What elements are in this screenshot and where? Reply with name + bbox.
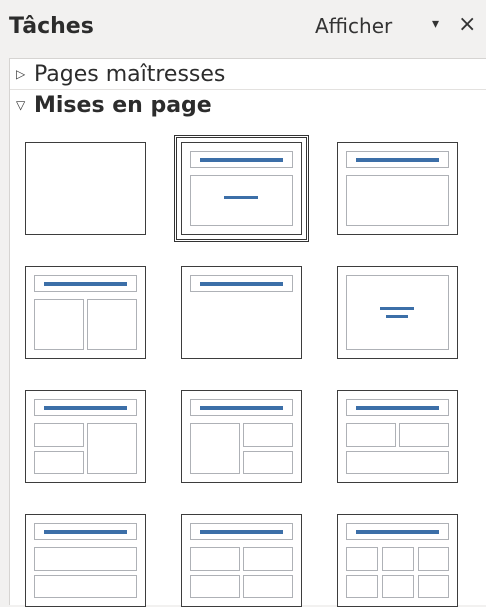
section-label: Pages maîtresses: [34, 61, 226, 87]
content-placeholder: [346, 175, 449, 226]
grid-placeholder: [190, 575, 240, 598]
grid-placeholder: [243, 575, 293, 598]
view-menu-button[interactable]: Afficher: [315, 14, 392, 38]
right-top-placeholder: [243, 423, 293, 447]
left-bottom-placeholder: [34, 451, 84, 474]
chevron-right-icon: ▷: [16, 67, 26, 81]
layout-title-two-columns[interactable]: [25, 266, 146, 359]
title-placeholder: [346, 399, 449, 416]
right-placeholder: [87, 423, 137, 474]
close-icon[interactable]: ×: [458, 12, 476, 37]
text-line: [386, 315, 408, 318]
left-top-placeholder: [34, 423, 84, 447]
title-placeholder: [190, 151, 293, 168]
content-placeholder: [190, 175, 293, 226]
content-line: [224, 196, 258, 199]
grid-placeholder: [346, 547, 378, 571]
layout-title-2-left-1-right[interactable]: [25, 390, 146, 483]
title-placeholder: [346, 523, 449, 540]
chevron-down-icon[interactable]: ▾: [432, 16, 439, 32]
title-placeholder: [34, 523, 137, 540]
title-placeholder: [34, 399, 137, 416]
left-placeholder: [34, 299, 84, 350]
layout-title-2x2[interactable]: [181, 514, 302, 607]
layout-title-box[interactable]: [337, 142, 458, 235]
bottom-placeholder: [34, 575, 137, 598]
task-panel: ▷ Pages maîtresses ▽ Mises en page: [9, 58, 486, 607]
right-placeholder: [87, 299, 137, 350]
layout-title-only[interactable]: [181, 266, 302, 359]
grid-placeholder: [418, 547, 449, 571]
title-placeholder: [34, 275, 137, 292]
task-pane-header: Tâches Afficher ▾ ×: [0, 0, 486, 58]
layout-title-2-top-1-bottom[interactable]: [337, 390, 458, 483]
title-placeholder: [190, 399, 293, 416]
top-placeholder: [34, 547, 137, 571]
grid-placeholder: [382, 575, 414, 598]
text-line: [380, 307, 414, 310]
layout-title-1-left-2-right[interactable]: [181, 390, 302, 483]
grid-placeholder: [243, 547, 293, 571]
section-master-pages[interactable]: ▷ Pages maîtresses: [10, 59, 486, 89]
section-label: Mises en page: [34, 92, 212, 118]
grid-placeholder: [382, 547, 414, 571]
right-bottom-placeholder: [243, 451, 293, 474]
layout-blank[interactable]: [25, 142, 146, 235]
pane-title: Tâches: [9, 14, 94, 39]
layout-title-content[interactable]: [174, 135, 309, 242]
layout-title-3x2[interactable]: [337, 514, 458, 607]
bottom-placeholder: [346, 451, 449, 474]
chevron-down-icon: ▽: [16, 98, 26, 112]
centered-placeholder: [346, 275, 449, 350]
top-left-placeholder: [346, 423, 396, 447]
title-placeholder: [190, 275, 293, 292]
title-placeholder: [190, 523, 293, 540]
layout-centered-text[interactable]: [337, 266, 458, 359]
grid-placeholder: [190, 547, 240, 571]
grid-placeholder: [346, 575, 378, 598]
grid-placeholder: [418, 575, 449, 598]
section-layouts[interactable]: ▽ Mises en page: [10, 89, 486, 120]
title-placeholder: [346, 151, 449, 168]
layout-title-2-rows[interactable]: [25, 514, 146, 607]
left-placeholder: [190, 423, 240, 474]
top-right-placeholder: [399, 423, 449, 447]
layouts-grid: [10, 121, 486, 607]
